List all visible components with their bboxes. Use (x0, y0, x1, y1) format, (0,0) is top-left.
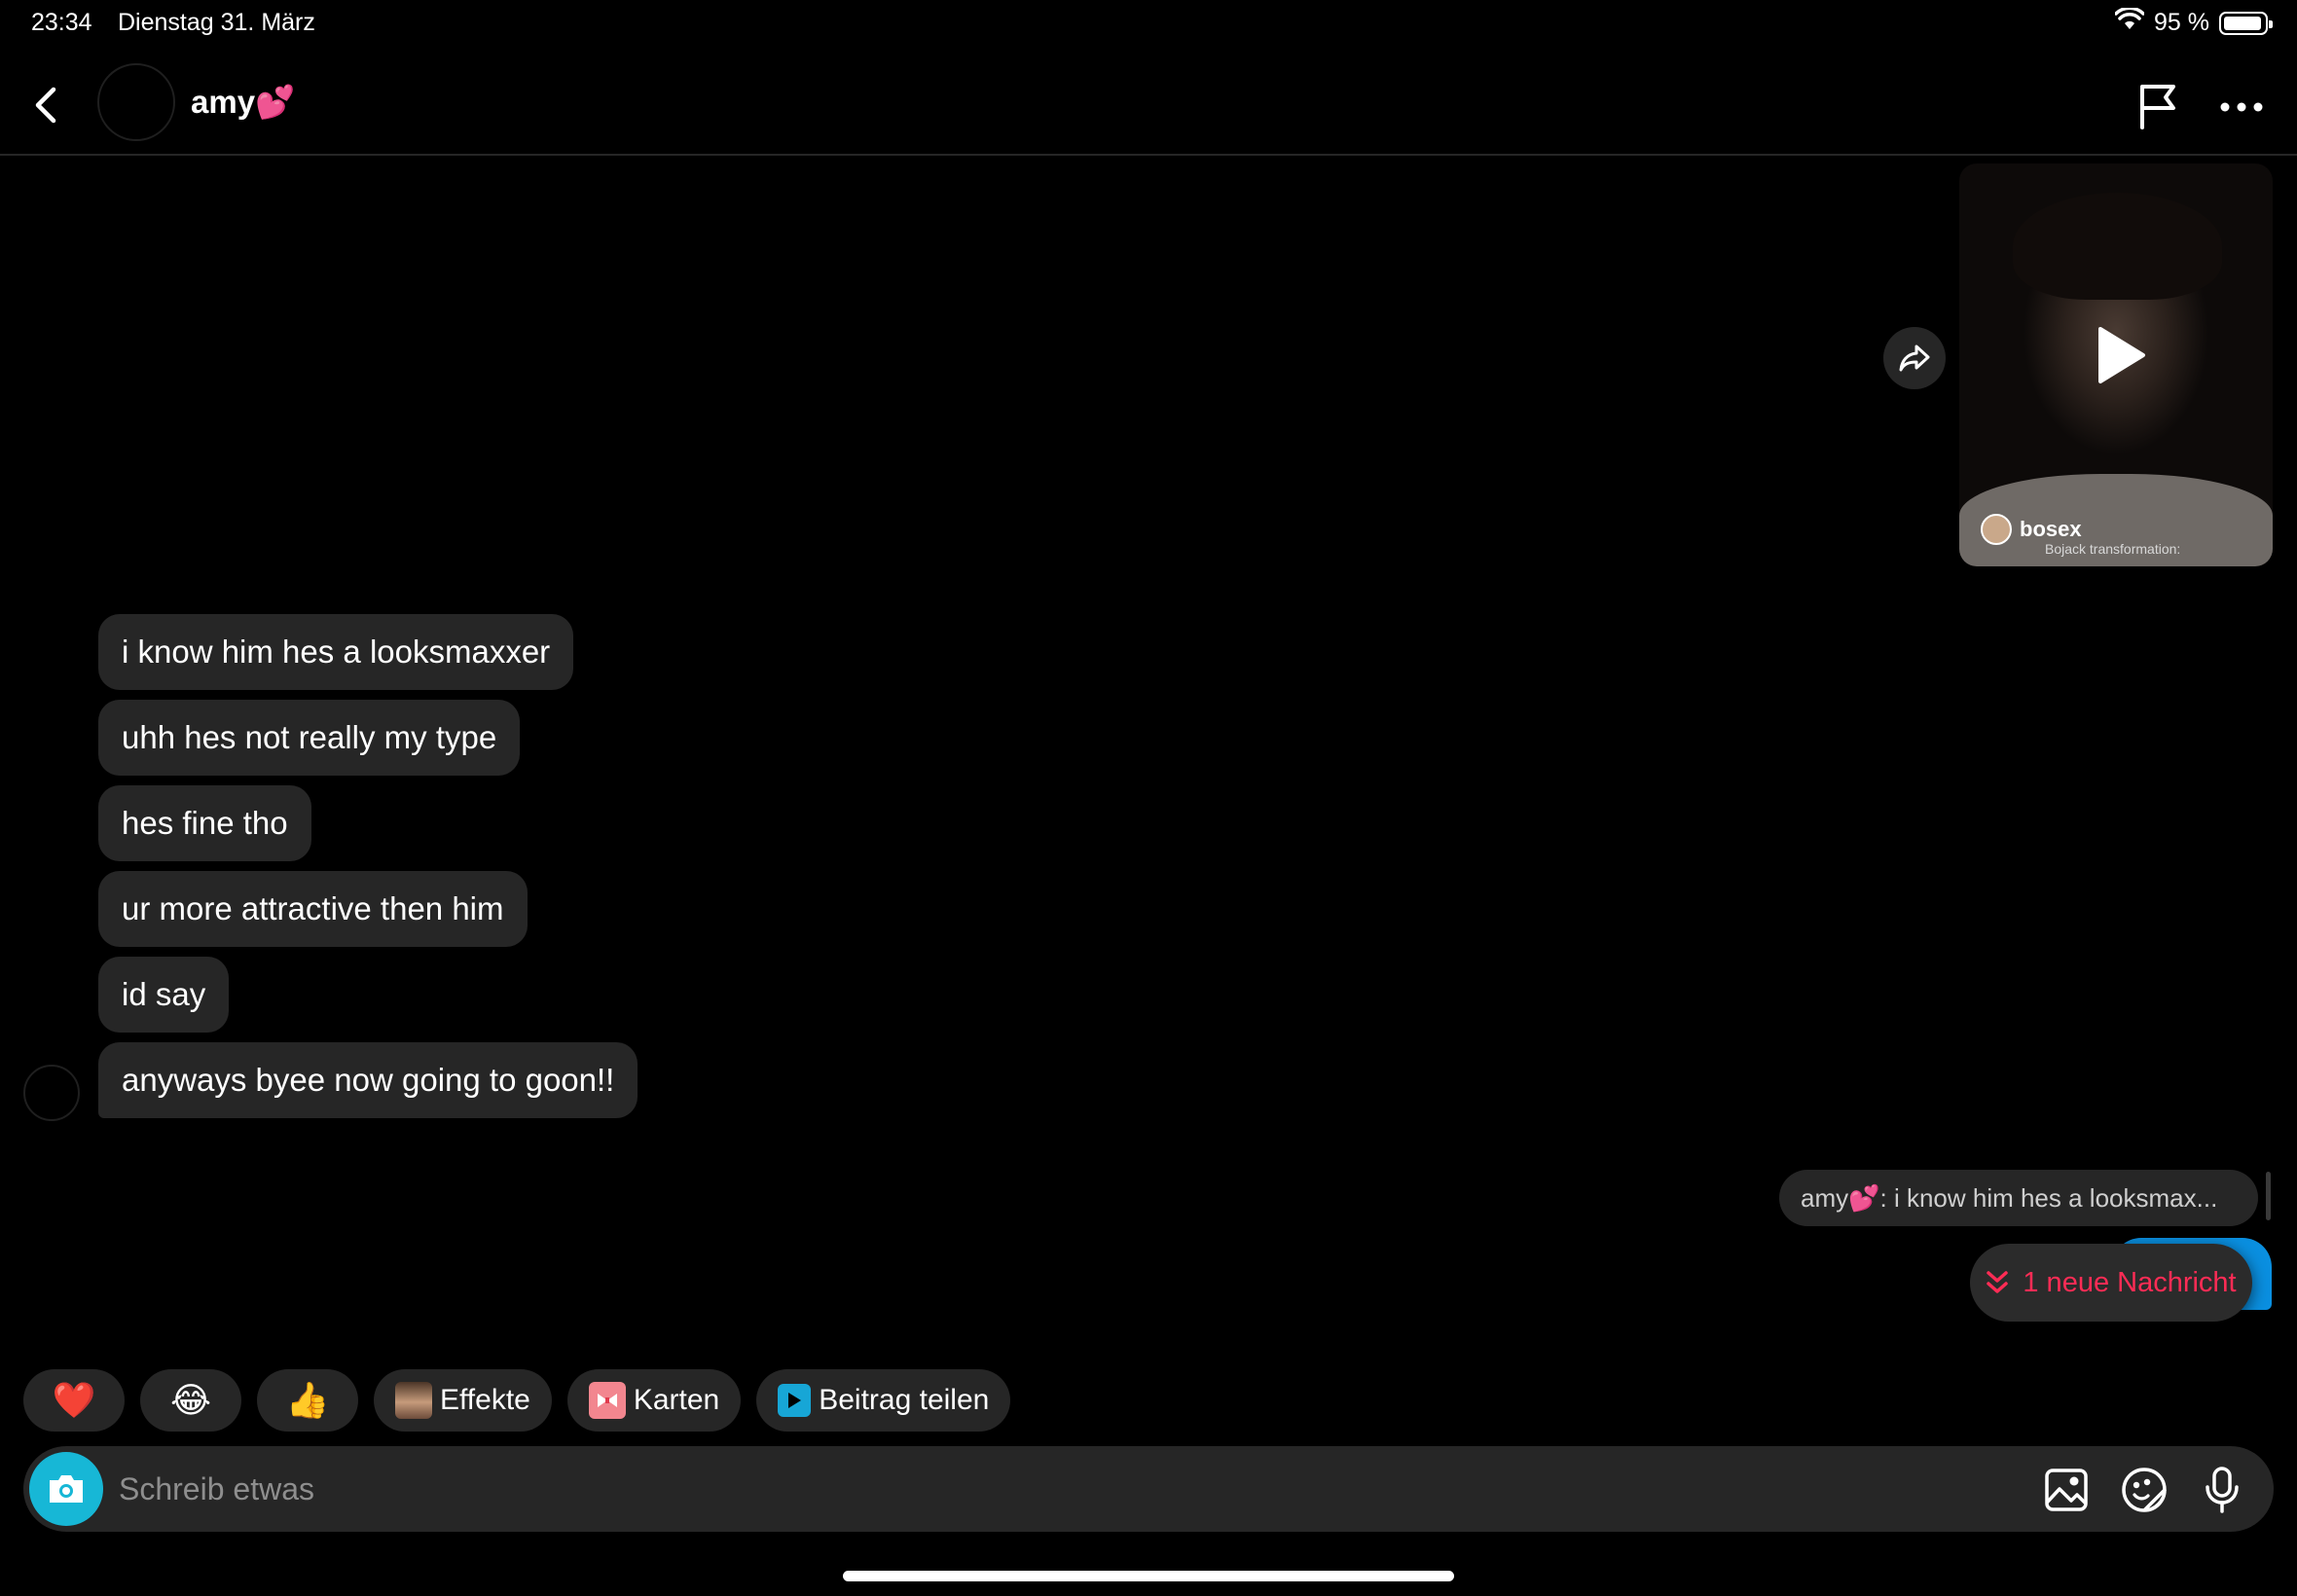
double-chevron-down-icon (1987, 1271, 2009, 1293)
microphone-icon (2206, 1467, 2239, 1513)
message-bubble[interactable]: anyways byee now going to goon!! (98, 1042, 638, 1118)
report-button[interactable] (2132, 78, 2184, 134)
share-post-icon (778, 1384, 812, 1417)
message-list: i know him hes a looksmaxxer uhh hes not… (0, 0, 2297, 1596)
status-time: 23:34 (31, 9, 92, 36)
forward-button[interactable] (1883, 327, 1946, 389)
quick-reaction-bar: ❤️ 😂 👍 Effekte Karten Beitrag teilen (23, 1369, 1011, 1432)
message-bubble[interactable]: hes fine tho (98, 785, 311, 861)
new-message-button[interactable]: 1 neue Nachricht (1970, 1244, 2252, 1322)
share-arrow-icon (1899, 345, 1930, 372)
share-post-label: Beitrag teilen (819, 1384, 990, 1416)
video-thumbnail-hair (2013, 193, 2222, 300)
sticker-smiley-icon (2122, 1468, 2167, 1512)
voice-message-button[interactable] (2198, 1466, 2246, 1514)
message-bubble[interactable]: id say (98, 957, 230, 1033)
chat-header: amy💕 (0, 54, 2297, 156)
contact-name[interactable]: amy💕 (191, 84, 295, 122)
message-composer (23, 1446, 2274, 1532)
camera-icon (50, 1475, 83, 1503)
home-indicator[interactable] (843, 1571, 1454, 1581)
image-icon (2045, 1469, 2088, 1511)
reply-indicator-bar (2266, 1172, 2271, 1220)
more-options-button[interactable] (2215, 88, 2268, 127)
battery-icon (2219, 11, 2273, 35)
gift-card-icon (588, 1382, 626, 1419)
reply-preview[interactable]: amy💕: i know him hes a looksmax... (1779, 1170, 2258, 1226)
status-bar: 23:34 Dienstag 31. März 95 % (0, 0, 2297, 47)
message-bubble[interactable]: ur more attractive then him (98, 871, 528, 947)
message-bubble[interactable]: uhh hes not really my type (98, 700, 521, 776)
battery-level-fill (2224, 16, 2261, 30)
shared-video-card[interactable]: bosex Bojack transformation: (1959, 163, 2273, 566)
message-bubble[interactable]: i know him hes a looksmaxxer (98, 614, 574, 690)
effects-button[interactable]: Effekte (374, 1369, 552, 1432)
author-avatar (1981, 514, 2012, 545)
gallery-button[interactable] (2042, 1466, 2091, 1514)
status-indicators: 95 % (2114, 6, 2273, 38)
effects-label: Effekte (440, 1384, 530, 1416)
contact-avatar[interactable] (97, 63, 175, 141)
camera-button[interactable] (29, 1452, 103, 1526)
more-horizontal-icon (2220, 102, 2263, 112)
author-username: bosex (2020, 517, 2082, 541)
new-message-label: 1 neue Nachricht (2023, 1266, 2237, 1298)
status-date: Dienstag 31. März (118, 9, 315, 36)
flag-icon (2140, 85, 2175, 129)
video-caption: Bojack transformation: (2045, 541, 2181, 557)
reaction-heart[interactable]: ❤️ (23, 1369, 125, 1432)
cards-button[interactable]: Karten (566, 1369, 742, 1432)
battery-percent: 95 % (2154, 9, 2209, 36)
sticker-button[interactable] (2120, 1466, 2169, 1514)
share-post-button[interactable]: Beitrag teilen (756, 1369, 1011, 1432)
sender-avatar[interactable] (23, 1065, 80, 1121)
back-button[interactable] (21, 78, 70, 132)
play-button[interactable] (2092, 323, 2150, 387)
message-input[interactable] (119, 1460, 1968, 1518)
chat-screen: 23:34 Dienstag 31. März 95 % amy💕 bosex … (0, 0, 2297, 1596)
reaction-thumbs-up[interactable]: 👍 (257, 1369, 358, 1432)
wifi-icon (2114, 6, 2145, 38)
play-icon (2098, 327, 2145, 383)
effects-thumbnail-icon (395, 1382, 432, 1419)
chevron-left-icon (35, 87, 56, 124)
cards-label: Karten (633, 1384, 720, 1416)
reaction-laughing[interactable]: 😂 (140, 1369, 241, 1432)
